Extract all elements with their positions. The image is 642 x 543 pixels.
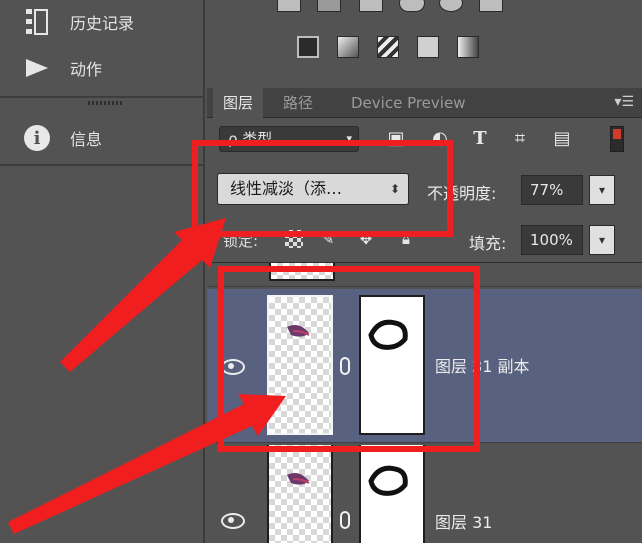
- arrow-to-blend-mode: [60, 218, 226, 372]
- arrow-to-layer: [8, 394, 286, 534]
- annotation-arrows: [8, 218, 286, 534]
